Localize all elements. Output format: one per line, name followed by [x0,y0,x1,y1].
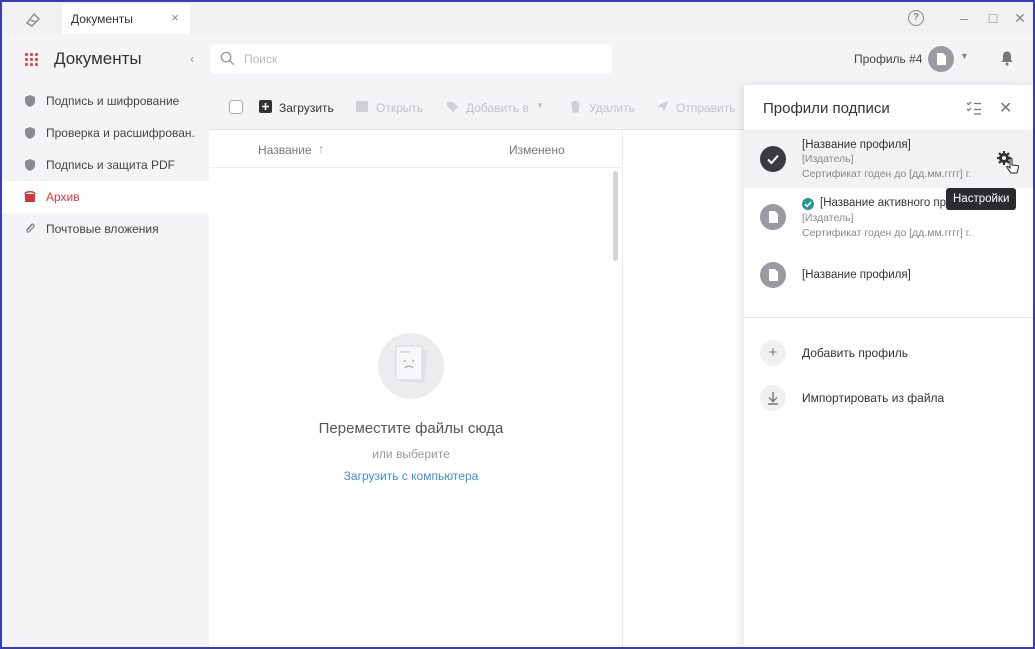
sidebar-item-label: Подпись и шифрование [46,94,180,108]
search-input[interactable] [244,49,599,69]
apps-grid-icon[interactable] [25,53,39,67]
help-icon[interactable]: ? [908,10,924,26]
toolbar: Загрузить Открыть Добавить в ▼ Удалить О… [209,85,744,130]
archive-icon [24,191,36,202]
app-header: Документы ‹ Профиль #4 ▼ [2,34,1033,85]
close-icon[interactable]: ✕ [999,98,1012,118]
document-icon [760,204,786,230]
document-icon [760,262,786,288]
bell-icon[interactable] [999,50,1015,66]
open-label: Открыть [376,101,424,115]
send-icon [657,101,668,112]
app-window: Документы × ? – □ ✕ Документы ‹ Профиль … [0,0,1035,649]
import-from-file-label: Импортировать из файла [802,391,945,405]
pane-divider[interactable] [622,130,623,647]
sidebar-item-sign-encrypt[interactable]: Подпись и шифрование [2,85,209,117]
page-title: Документы [54,49,142,68]
sidebar-item-label: Архив [46,190,80,204]
sidebar-item-mail-attachments[interactable]: Почтовые вложения [2,213,209,245]
table-header: Название ↑ Изменено [209,130,622,168]
empty-state-subtitle: или выберите [372,447,450,461]
minimize-icon[interactable]: – [955,9,973,27]
current-profile-label[interactable]: Профиль #4 [854,52,922,66]
collapse-sidebar-icon[interactable]: ‹ [190,51,194,66]
sidebar-item-label: Подпись и защита PDF [46,158,175,172]
shield-check-icon [25,127,35,139]
sidebar-item-label: Проверка и расшифрован... [46,126,196,140]
profile-name: [Название профиля] [802,269,911,281]
sidebar: Подпись и шифрование Проверка и расшифро… [2,85,209,647]
upload-from-computer-link[interactable]: Загрузить с компьютера [209,469,613,483]
profile-cert-validity: Сертификат годен до [дд.мм.гггг] г. [802,168,972,180]
sort-ascending-icon[interactable]: ↑ [318,142,324,156]
profile-name: [Название профиля] [802,139,911,151]
paperclip-icon [26,223,35,233]
add-profile-label: Добавить профиль [802,346,909,360]
app-logo-icon [25,12,40,27]
empty-state-title: Переместите файлы сюда [318,420,504,437]
add-to-icon [447,102,458,112]
profile-avatar[interactable] [928,46,954,72]
tab-label: Документы [71,12,133,26]
download-icon [760,385,786,411]
open-icon [356,101,368,112]
main-content: Загрузить Открыть Добавить в ▼ Удалить О… [209,85,744,647]
checklist-icon[interactable] [966,100,982,116]
add-to-label: Добавить в [466,101,529,115]
divider [744,317,1033,318]
pointer-cursor-icon [1006,158,1020,174]
profile-item[interactable]: [Название профиля] [Издатель] Сертификат… [744,130,1033,188]
title-bar: Документы × ? – □ ✕ [2,2,1033,34]
active-check-icon [802,198,814,210]
search-box[interactable] [210,44,612,74]
profile-cert-validity: Сертификат годен до [дд.мм.гггг] г. [802,227,972,239]
sidebar-item-label: Почтовые вложения [46,222,159,236]
sad-document-icon [395,345,428,384]
panel-title: Профили подписи [763,100,890,117]
chevron-down-icon[interactable]: ▼ [960,51,969,61]
sidebar-item-verify-decrypt[interactable]: Проверка и расшифрован... [2,117,209,149]
upload-plus-icon [259,100,272,113]
tab-close-icon[interactable]: × [168,11,182,25]
sidebar-item-pdf[interactable]: Подпись и защита PDF [2,149,209,181]
trash-icon [571,100,580,113]
pdf-shield-icon [25,159,35,171]
chevron-down-icon: ▼ [536,101,544,110]
column-name-header[interactable]: Название [258,143,312,157]
profile-publisher: [Издатель] [802,153,854,165]
shield-icon [25,95,35,107]
add-profile-button[interactable]: + Добавить профиль [744,335,1033,371]
upload-label: Загрузить [279,101,334,115]
plus-icon: + [760,340,786,366]
send-label: Отправить [676,101,736,115]
search-icon [220,51,235,66]
maximize-icon[interactable]: □ [984,9,1002,27]
tab-documents[interactable]: Документы × [62,4,190,34]
close-window-icon[interactable]: ✕ [1011,9,1029,27]
profile-item[interactable]: [Название профиля] [744,248,1033,303]
scrollbar[interactable] [613,171,618,261]
empty-state-illustration [378,333,444,399]
profile-publisher: [Издатель] [802,212,854,224]
profile-name: [Название активного про [820,197,953,209]
sidebar-item-archive[interactable]: Архив [2,181,209,213]
import-from-file-button[interactable]: Импортировать из файла [744,380,1033,416]
select-all-checkbox[interactable] [229,100,243,114]
settings-tooltip: Настройки [946,188,1017,210]
column-changed-header[interactable]: Изменено [509,143,565,157]
delete-label: Удалить [589,101,635,115]
selected-check-icon [760,146,786,172]
signing-profiles-panel: Профили подписи ✕ [Название профиля] [Из… [744,85,1033,647]
